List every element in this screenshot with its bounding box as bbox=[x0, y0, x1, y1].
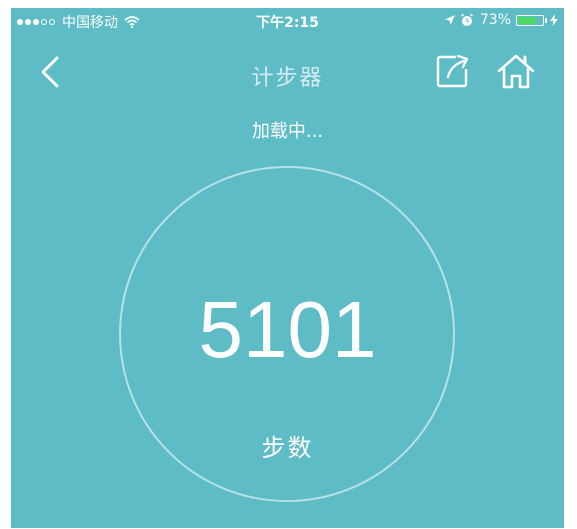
share-icon[interactable] bbox=[434, 52, 472, 90]
battery-cap bbox=[545, 17, 547, 23]
battery-body bbox=[516, 14, 544, 26]
battery-icon bbox=[516, 14, 547, 26]
status-right: 73% bbox=[444, 12, 558, 28]
step-unit-label: 步数 bbox=[261, 434, 314, 462]
lightning-icon bbox=[550, 14, 558, 26]
battery-percent: 73% bbox=[479, 12, 511, 28]
alarm-icon bbox=[460, 13, 473, 26]
navigation-bar: 计步器 bbox=[11, 46, 564, 98]
home-icon[interactable] bbox=[496, 52, 536, 90]
battery-level bbox=[518, 16, 536, 24]
app-screen: 中国移动 下午2:15 73% 计步器 加载中... 5101 步数 bbox=[11, 8, 564, 528]
page-title: 计步器 bbox=[251, 66, 324, 91]
status-bar: 中国移动 下午2:15 73% bbox=[11, 8, 564, 34]
step-count: 5101 bbox=[198, 285, 377, 374]
location-arrow-icon bbox=[444, 15, 455, 25]
loading-text: 加载中... bbox=[251, 121, 324, 142]
